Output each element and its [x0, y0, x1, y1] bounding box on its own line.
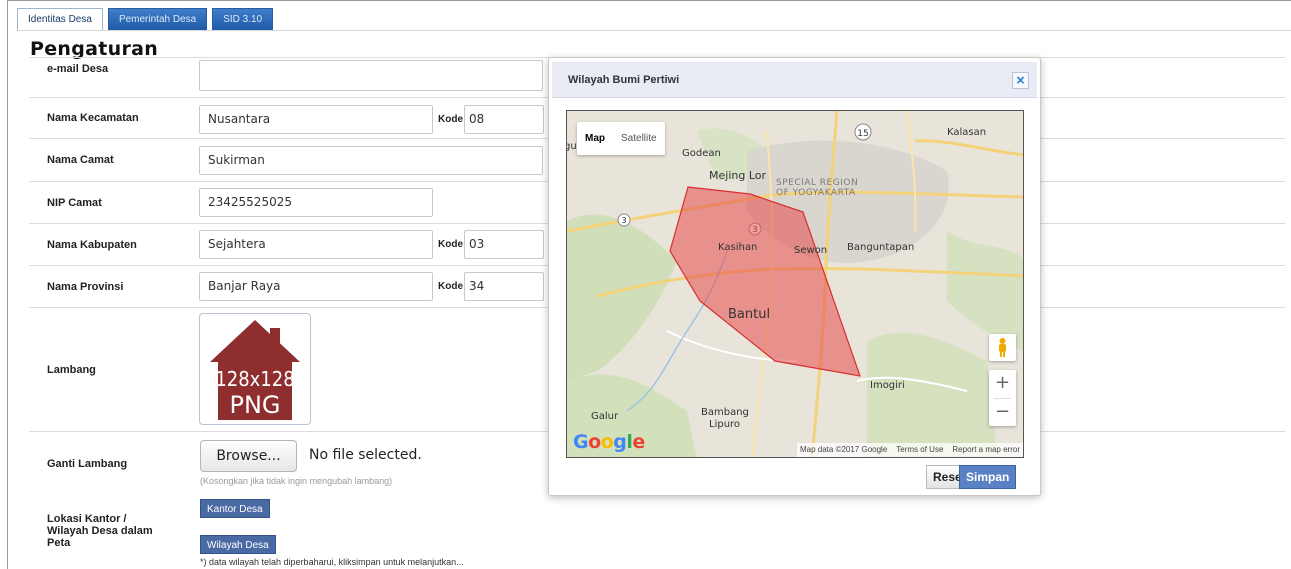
kecamatan-label: Nama Kecamatan: [47, 112, 139, 124]
lambang-label: Lambang: [47, 364, 96, 376]
nip-label: NIP Camat: [47, 197, 102, 209]
kecamatan-field[interactable]: Nusantara: [199, 105, 433, 134]
tabs-divider: [17, 30, 1291, 31]
email-label: e-mail Desa: [47, 63, 109, 75]
dialog-header: Wilayah Bumi Pertiwi ×: [552, 62, 1037, 98]
ganti-lambang-label: Ganti Lambang: [47, 458, 128, 470]
wilayah-map-dialog: Wilayah Bumi Pertiwi × 15 3 Godean u Mej…: [548, 57, 1041, 496]
provinsi-field[interactable]: Banjar Raya: [199, 272, 433, 301]
map-label-gu: gu: [567, 141, 577, 152]
tab-sid-version[interactable]: SID 3.10: [212, 8, 274, 30]
map-label-mejing-lor: Mejing Lor: [709, 169, 767, 182]
map-label-banguntapan: Banguntapan: [847, 242, 915, 253]
wilayah-desa-button[interactable]: Wilayah Desa: [200, 535, 276, 554]
nip-field[interactable]: 23425525025: [199, 188, 433, 217]
map-label-godean: Godean: [682, 148, 721, 159]
map-label-sewon: Sewon: [794, 245, 828, 256]
kabupaten-kode-field[interactable]: 03: [464, 230, 544, 259]
kabupaten-label: Nama Kabupaten: [47, 239, 137, 251]
map-label-bantul: Bantul: [728, 307, 771, 322]
terms-of-use-link[interactable]: Terms of Use: [896, 443, 943, 457]
kecamatan-kode-field[interactable]: 08: [464, 105, 544, 134]
lambang-hint: (Kosongkan jika tidak ingin mengubah lam…: [200, 476, 393, 486]
provinsi-kode-field[interactable]: 34: [464, 272, 544, 301]
tab-pemerintah-desa[interactable]: Pemerintah Desa: [107, 8, 208, 30]
map-type-satellite-button[interactable]: Satellite: [613, 122, 665, 155]
map-data-credit: Map data ©2017 Google: [799, 445, 888, 454]
map-label-imogiri: Imogiri: [870, 380, 905, 391]
map-type-map-button[interactable]: Map: [577, 122, 613, 155]
camat-label: Nama Camat: [47, 154, 114, 166]
zoom-out-button[interactable]: −: [989, 399, 1016, 427]
kecamatan-kode-label: Kode: [438, 114, 463, 125]
page-top-border: [7, 0, 1291, 1]
simpan-button[interactable]: Simpan: [959, 465, 1017, 489]
close-icon[interactable]: ×: [1012, 72, 1029, 89]
map-type-control: Map Satellite: [577, 122, 665, 155]
email-field[interactable]: [199, 60, 543, 91]
no-file-selected-text: No file selected.: [309, 447, 422, 463]
google-logo: Google: [573, 431, 645, 453]
kantor-desa-button[interactable]: Kantor Desa: [200, 499, 270, 518]
map-label-yogyakarta: OF YOGYAKARTA: [776, 188, 856, 198]
map-label-kalasan: Kalasan: [947, 127, 987, 138]
svg-text:3: 3: [621, 216, 626, 225]
map-canvas[interactable]: 15 3 3: [567, 111, 1024, 458]
kabupaten-kode-label: Kode: [438, 239, 463, 250]
svg-text:15: 15: [857, 129, 868, 139]
kabupaten-field[interactable]: Sejahtera: [199, 230, 433, 259]
tab-identitas-desa[interactable]: Identitas Desa: [17, 8, 103, 30]
provinsi-label: Nama Provinsi: [47, 281, 124, 293]
svg-text:128x128: 128x128: [215, 367, 294, 391]
svg-text:PNG: PNG: [229, 391, 280, 419]
browse-button[interactable]: Browse...: [200, 440, 297, 472]
map-label-bambang: Bambang: [701, 407, 749, 418]
house-png-placeholder-icon: 128x128 PNG: [210, 320, 300, 420]
camat-field[interactable]: Sukirman: [199, 146, 543, 175]
dialog-title: Wilayah Bumi Pertiwi: [568, 74, 680, 86]
lokasi-label: Lokasi Kantor / Wilayah Desa dalam Peta: [47, 513, 153, 549]
zoom-control: + −: [989, 370, 1016, 426]
map-attribution: Map data ©2017 Google Terms of Use Repor…: [796, 443, 1023, 457]
map-label-special-region: SPECIAL REGION: [776, 178, 859, 188]
map-label-kasihan: Kasihan: [718, 242, 758, 253]
zoom-in-button[interactable]: +: [989, 370, 1016, 398]
lambang-image: 128x128 PNG: [199, 313, 311, 425]
map-view[interactable]: 15 3 3 Godean gu Mejing Lor SPECIAL REGI…: [566, 110, 1024, 458]
map-label-lipuro: Lipuro: [709, 419, 741, 430]
provinsi-kode-label: Kode: [438, 281, 463, 292]
map-label-galur: Galur: [591, 411, 619, 422]
tab-bar: Identitas Desa Pemerintah Desa SID 3.10: [17, 8, 274, 31]
page-left-border: [7, 0, 8, 569]
street-view-pegman-icon[interactable]: [989, 334, 1016, 361]
report-map-error-link[interactable]: Report a map error: [952, 443, 1020, 457]
wilayah-note: *) data wilayah telah diperbaharui, klik…: [200, 557, 464, 567]
